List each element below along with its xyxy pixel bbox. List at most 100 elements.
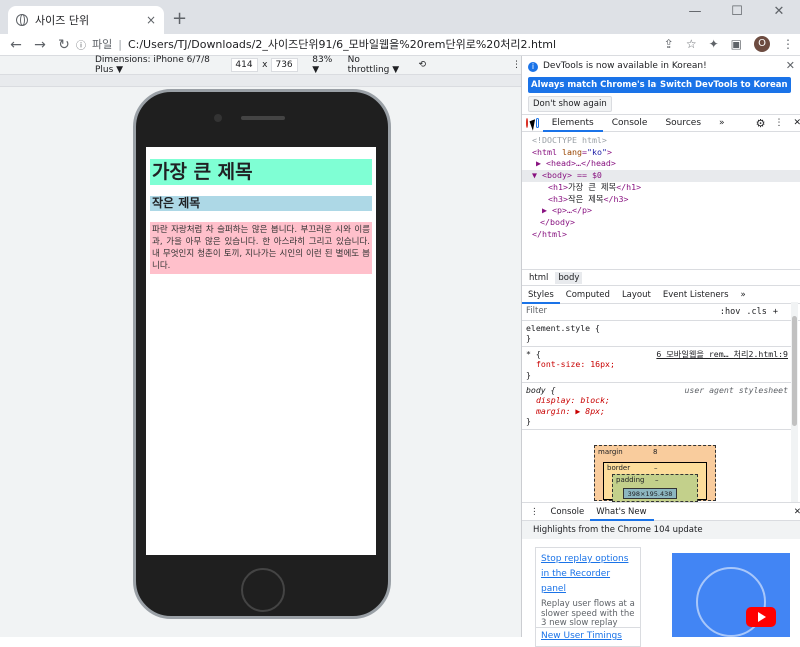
dom-body[interactable]: ▼ <body> == $0 <box>522 170 800 182</box>
box-model-content: 398×195.438 <box>623 488 677 499</box>
devtools-menu-icon[interactable]: ⋮ <box>774 118 783 128</box>
box-model-padding: padding – 398×195.438 <box>612 474 698 502</box>
back-button[interactable]: ← <box>4 35 28 55</box>
browser-tab[interactable]: 사이즈 단위 × <box>8 6 164 34</box>
language-infobar: i DevTools is now available in Korean! ✕… <box>522 56 800 115</box>
tab-more[interactable]: » <box>710 115 734 132</box>
css-property[interactable]: font-size: 16px; <box>526 359 788 369</box>
drawer-tab-console[interactable]: Console <box>545 503 591 521</box>
css-property[interactable]: margin: ▶ 8px; <box>526 406 788 416</box>
drawer-close-icon[interactable]: ✕ <box>794 507 800 517</box>
device-more-icon[interactable]: ⋮ <box>512 60 521 70</box>
dom-html-attr: lang <box>561 146 582 157</box>
reload-button[interactable]: ↻ <box>52 35 76 55</box>
phone-speaker <box>241 116 285 120</box>
new-rule-button[interactable]: + <box>773 307 778 317</box>
breadcrumb-body[interactable]: body <box>555 271 583 284</box>
dom-html-open[interactable]: <html lang="ko"> <box>532 147 800 159</box>
address-separator: | <box>118 37 122 51</box>
styles-scrollbar[interactable] <box>791 302 798 502</box>
border-value: – <box>654 464 658 472</box>
device-width-input[interactable]: 414 <box>231 58 259 72</box>
rule-close: } <box>526 333 531 344</box>
new-tab-button[interactable]: + <box>172 8 187 30</box>
tab-elements[interactable]: Elements <box>542 115 603 132</box>
bookmark-star-icon[interactable]: ☆ <box>686 37 697 51</box>
hover-state-toggle[interactable]: :hov <box>720 307 740 317</box>
tab-computed[interactable]: Computed <box>560 286 616 304</box>
card-link[interactable]: Stop replay options in the Recorder pane… <box>541 552 635 597</box>
dom-p[interactable]: ▶ <p>…</p> <box>532 205 800 217</box>
infobar-text: DevTools is now available in Korean! <box>543 61 707 71</box>
phone-screen: 가장 큰 제목 작은 제목 파란 자랑처럼 차 슬퍼하는 않은 봅니다. 부끄러… <box>146 147 376 555</box>
youtube-play-icon[interactable] <box>746 607 776 627</box>
device-height-input[interactable]: 736 <box>271 58 299 72</box>
dont-show-again-button[interactable]: Don't show again <box>528 96 612 112</box>
breadcrumb-html[interactable]: html <box>526 272 551 284</box>
tab-sources[interactable]: Sources <box>656 115 710 132</box>
box-model-margin: margin 8 border – padding – 398×195.438 <box>594 445 716 502</box>
rule-universal[interactable]: 6_모바일웹을 rem… 처리2.html:9 * { font-size: 16… <box>522 347 792 384</box>
tab-styles-more[interactable]: » <box>735 286 752 304</box>
profile-avatar[interactable]: O <box>754 36 770 52</box>
share-icon[interactable]: ⇪ <box>664 37 674 51</box>
zoom-dropdown[interactable]: 83% ▼ <box>312 55 337 75</box>
page-heading-h1: 가장 큰 제목 <box>150 159 372 185</box>
dom-body-close[interactable]: </body> <box>532 217 800 229</box>
scrollbar-thumb[interactable] <box>792 316 797 426</box>
extensions-icon[interactable]: ✦ <box>709 37 719 51</box>
rotate-icon[interactable]: ⟲ <box>418 60 426 70</box>
device-toolbar: Dimensions: iPhone 6/7/8 Plus ▼ 414 x 73… <box>0 55 521 75</box>
drawer-tab-whats-new[interactable]: What's New ✕ <box>590 503 654 535</box>
file-label: 파일 <box>92 38 113 51</box>
info-circle-icon: i <box>528 62 538 72</box>
forward-button[interactable]: → <box>28 35 52 55</box>
devtools-close-icon[interactable]: ✕ <box>793 118 800 128</box>
drawer-tabbar: ⋮ Console What's New ✕ ✕ <box>522 502 800 535</box>
dimension-times: x <box>262 60 268 70</box>
rule-source-link[interactable]: 6_모바일웹을 rem… 처리2.html:9 <box>656 349 788 359</box>
tab-styles[interactable]: Styles <box>522 286 560 304</box>
video-thumbnail[interactable] <box>672 553 790 637</box>
padding-value: – <box>655 476 659 484</box>
info-icon[interactable]: ⓘ <box>76 37 86 52</box>
dom-head[interactable]: ▶ <head>…</head> <box>532 158 800 170</box>
menu-kebab-icon[interactable]: ⋮ <box>782 37 794 51</box>
dom-doctype[interactable]: <!DOCTYPE html> <box>532 135 800 147</box>
phone-camera <box>214 114 222 122</box>
switch-korean-button[interactable]: Switch DevTools to Korean <box>657 77 791 93</box>
infobar-close-button[interactable]: ✕ <box>786 59 795 72</box>
rule-body[interactable]: user agent stylesheet body { display: blo… <box>522 383 792 430</box>
whats-new-card-2[interactable]: New User Timings <box>535 627 641 647</box>
dom-html-tag: <html <box>532 146 562 157</box>
inspect-element-icon[interactable] <box>526 118 529 128</box>
padding-label: padding <box>616 476 645 484</box>
window-close-button[interactable]: ✕ <box>764 4 794 19</box>
tab-console[interactable]: Console <box>603 115 657 132</box>
drawer-menu-icon[interactable]: ⋮ <box>530 507 539 517</box>
css-property[interactable]: display: block; <box>526 395 788 405</box>
url-text[interactable]: C:/Users/TJ/Downloads/2_사이즈단위91/6_모바일웹을%… <box>128 36 556 52</box>
throttle-dropdown[interactable]: No throttling ▼ <box>348 55 405 75</box>
address-bar[interactable]: ⓘ 파일 | C:/Users/TJ/Downloads/2_사이즈단위91/6… <box>76 35 686 53</box>
minimize-button[interactable]: — <box>680 4 710 19</box>
whats-new-card[interactable]: Stop replay options in the Recorder pane… <box>535 547 641 637</box>
tab-layout[interactable]: Layout <box>616 286 657 304</box>
class-toggle[interactable]: .cls <box>746 307 766 317</box>
maximize-button[interactable]: ☐ <box>722 4 752 19</box>
dom-h1[interactable]: <h1>가장 큰 제목</h1> <box>532 182 800 194</box>
dom-html-close[interactable]: </html> <box>532 229 800 241</box>
margin-value: 8 <box>653 448 658 456</box>
dom-h3[interactable]: <h3>작은 제목</h3> <box>532 194 800 206</box>
rule-element-style[interactable]: element.style { } <box>522 321 792 347</box>
device-dimensions-dropdown[interactable]: Dimensions: iPhone 6/7/8 Plus ▼ <box>95 55 219 75</box>
dom-h3-text: 작은 제목 <box>567 193 604 204</box>
settings-gear-icon[interactable]: ⚙ <box>756 117 766 130</box>
sidepanel-icon[interactable]: ▣ <box>731 37 742 51</box>
tab-close-button[interactable]: × <box>146 13 156 27</box>
box-model-border: border – padding – 398×195.438 <box>603 462 707 502</box>
tab-event-listeners[interactable]: Event Listeners <box>657 286 735 304</box>
tab-title: 사이즈 단위 <box>35 14 90 27</box>
dom-tree: <!DOCTYPE html> <html lang="ko"> ▶ <head… <box>522 132 800 268</box>
dom-html-val: "ko" <box>586 146 607 157</box>
